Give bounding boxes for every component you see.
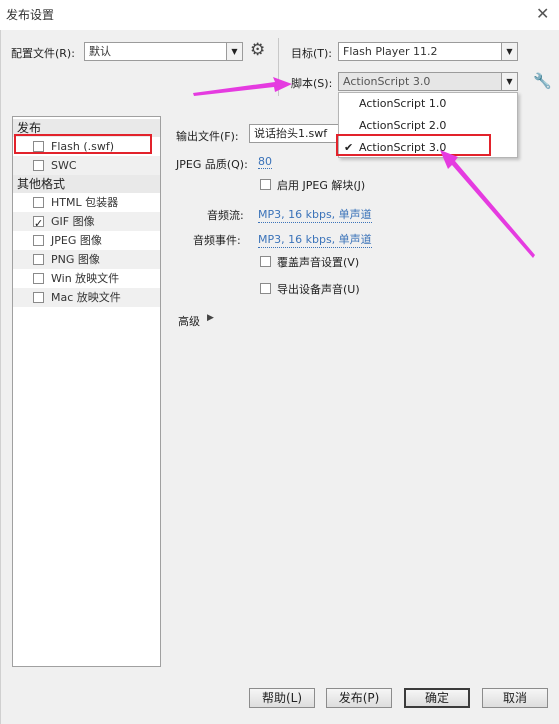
arrow-to-as3-option <box>440 150 535 258</box>
arrow-to-script-dropdown <box>193 77 292 96</box>
help-button[interactable]: 帮助(L) <box>249 688 315 708</box>
publish-button[interactable]: 发布(P) <box>326 688 392 708</box>
cancel-button[interactable]: 取消 <box>482 688 548 708</box>
annotation-arrows <box>193 77 535 258</box>
ok-button[interactable]: 确定 <box>404 688 470 708</box>
